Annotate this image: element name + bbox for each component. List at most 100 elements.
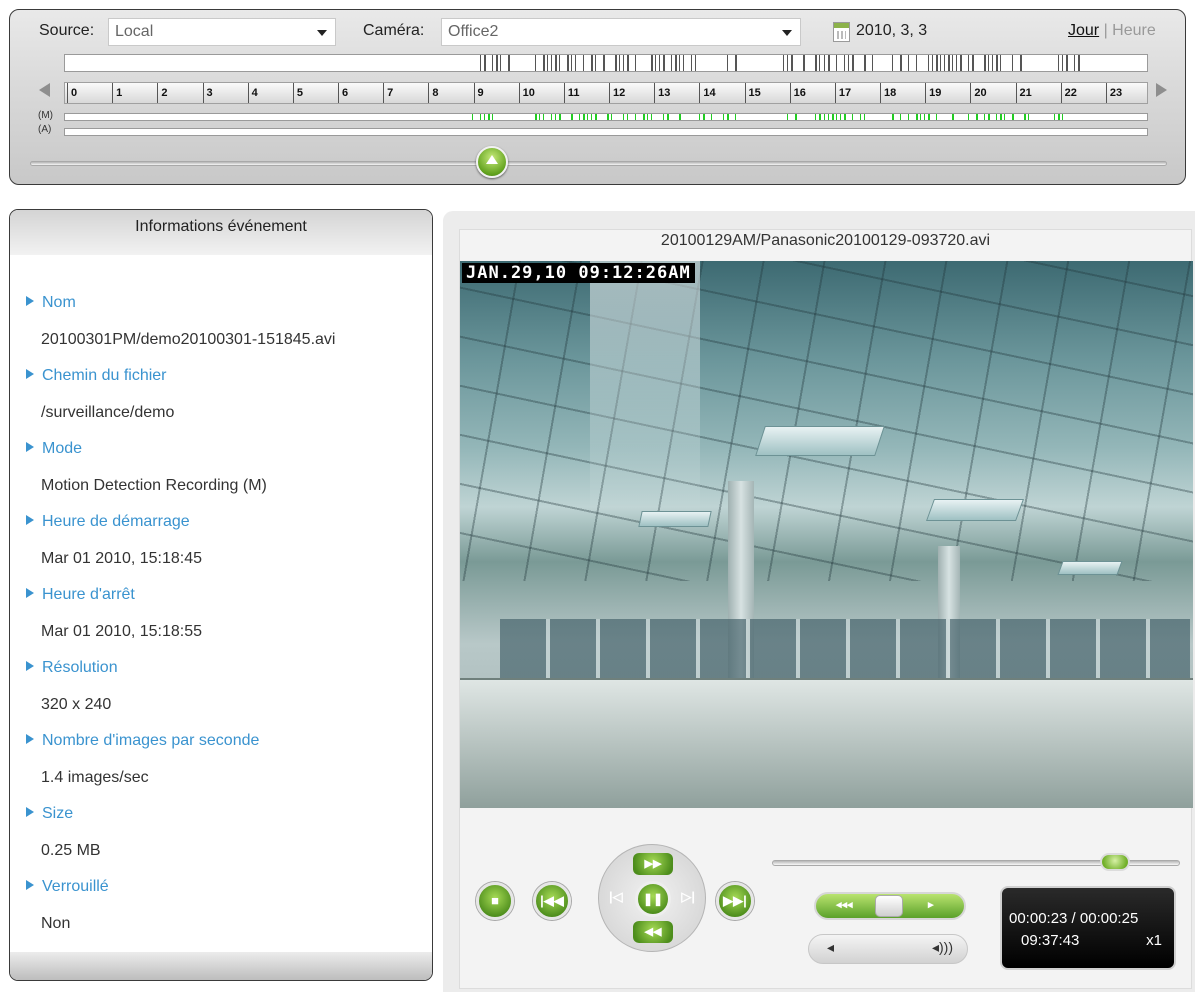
motion-recording-strip[interactable] [64,113,1148,121]
recording-mark [899,114,901,120]
playback-speed-slider[interactable]: ◂◂◂ ▸ [814,892,966,920]
recording-mark [859,114,861,120]
video-frame[interactable]: JAN.29,10 09:12:26AM [460,261,1193,808]
hour-tick-label: 19 [925,83,941,103]
recording-mark [935,55,938,71]
recording-mark [947,55,950,71]
date-display[interactable]: 2010, 3, 3 [856,22,927,40]
recording-mark [975,114,978,120]
timeline-panel: Source: Local Caméra: Office2 2010, 3, 3… [9,9,1186,185]
field-label-text: Verrouillé [42,878,109,895]
source-select[interactable]: Local [108,18,336,46]
recording-mark [815,55,818,71]
step-forward-icon[interactable]: ▷| [681,889,695,905]
recording-mark [491,114,493,120]
recording-mark [1062,114,1064,120]
alarm-row-label: (A) [38,124,52,135]
recording-mark [702,114,705,120]
recording-strip[interactable] [64,54,1148,72]
hour-tick-label: 20 [970,83,987,103]
skip-back-icon: |◀◀ [540,893,564,908]
recording-mark [967,114,969,120]
expand-triangle-icon [26,442,34,452]
recording-mark [971,55,974,71]
event-info-footer [10,952,432,980]
alarm-recording-strip[interactable] [64,128,1148,136]
playback-dpad: ▶▶ |◁ ❚❚ ▷| ◀◀ [598,844,706,952]
recording-mark [678,55,680,71]
recording-mark [827,55,830,71]
recording-mark [590,55,593,71]
camera-select[interactable]: Office2 [441,18,801,46]
recording-mark [483,55,486,71]
recording-mark [923,114,925,120]
calendar-icon[interactable] [833,22,850,42]
expand-triangle-icon [26,880,34,890]
step-back-icon[interactable]: |◁ [609,889,623,905]
slow-speed-icon: ◂◂◂ [836,899,853,911]
recording-mark [839,114,841,120]
hour-tick-label: 16 [789,83,806,103]
pause-icon: ❚❚ [642,892,664,906]
skip-back-button[interactable]: |◀◀ [533,882,571,920]
field-label-text: Résolution [42,659,118,676]
recording-mark [682,55,684,71]
recording-mark [999,55,1001,71]
recording-mark [983,114,985,120]
recording-mark [955,55,957,71]
timeline-prev-arrow-icon[interactable] [39,83,50,97]
recording-mark [1027,114,1029,120]
field-label-text: Nombre d'images par seconde [42,732,260,749]
recording-mark [582,55,584,71]
light-beam [590,261,700,521]
timeline-next-arrow-icon[interactable] [1156,83,1167,97]
recording-mark [722,114,724,120]
speed-slider-handle[interactable] [875,895,903,917]
field-label-text: Heure de démarrage [42,513,190,530]
recording-mark [666,114,669,120]
recording-mark [791,55,794,71]
ceiling-lamp [638,511,712,527]
recording-mark [899,55,902,71]
timeline-slider-handle[interactable] [476,146,508,178]
stop-button[interactable]: ■ [476,882,514,920]
recording-mark [1066,55,1069,71]
rewind-button[interactable]: ◀◀ [633,921,673,943]
hour-tick-label: 10 [518,83,535,103]
elapsed-time: 00:00:23 / 00:00:25 [1009,910,1139,927]
pause-button[interactable]: ❚❚ [635,881,671,917]
hour-tick-label: 5 [292,83,303,103]
field-label: Heure de démarrage [26,513,190,531]
view-day-link[interactable]: Jour [1068,22,1099,39]
volume-slider[interactable]: ◂ ◂))) [808,934,968,964]
hour-tick-label: 21 [1015,83,1032,103]
recording-mark [622,55,624,71]
timeline-slider-track[interactable] [30,161,1167,166]
skip-forward-button[interactable]: ▶▶| [716,882,754,920]
field-label: Mode [26,440,82,458]
recording-mark [891,55,893,71]
field-label-text: Nom [42,294,76,311]
expand-triangle-icon [26,588,34,598]
recording-mark [734,55,737,71]
recording-mark [538,114,540,120]
field-label: Chemin du fichier [26,367,167,385]
recording-mark [726,114,729,120]
source-label: Source: [39,22,95,39]
view-hour-link[interactable]: Heure [1112,22,1156,39]
recording-mark [1023,114,1026,120]
fast-forward-button[interactable]: ▶▶ [633,853,673,875]
recording-mark [586,114,588,120]
field-value: /surveillance/demo [41,404,175,421]
hour-tick-label: 2 [157,83,167,103]
recording-mark [670,55,672,71]
seek-slider-handle[interactable] [1100,853,1130,871]
hour-scale[interactable]: 0 1 2 3 4 5 6 7 8 9 10 11 12 13 14 15 16 17 18 19 20 21 22 23 [64,82,1148,104]
recording-mark [851,55,854,71]
recording-mark [827,114,829,120]
recording-mark [815,114,817,120]
hour-tick-label: 6 [338,83,348,103]
recording-mark [927,114,930,120]
recording-mark [658,55,660,71]
hour-tick-label: 9 [473,83,484,103]
